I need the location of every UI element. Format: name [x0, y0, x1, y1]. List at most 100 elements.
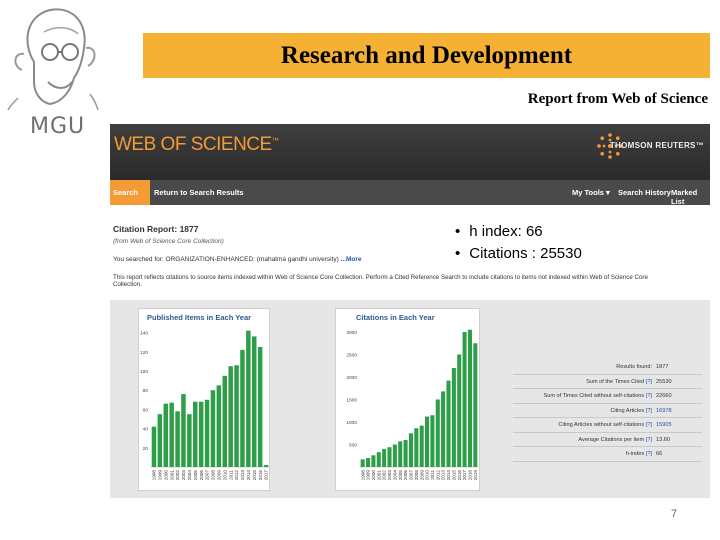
x-tick-label: 2008 — [211, 470, 216, 481]
stat-row: h-index [?] 66 — [513, 447, 702, 462]
x-tick-label: 2012 — [234, 470, 239, 481]
page-number: 7 — [671, 508, 678, 520]
chart-bar — [240, 349, 245, 467]
chart-bar — [403, 440, 408, 467]
chart-bar — [257, 347, 263, 467]
my-tools-menu[interactable]: My Tools ▾ — [572, 188, 610, 197]
chart-title: Citations in Each Year — [356, 313, 435, 322]
y-tick-label: 80 — [143, 388, 149, 394]
wos-logo[interactable]: WEB OF SCIENCE™ — [114, 134, 279, 156]
chart-bar — [204, 399, 210, 467]
chart-bar — [228, 366, 233, 467]
stat-row: Citing Articles [?] 16978 — [513, 404, 702, 418]
x-tick-label: 1999 — [366, 470, 371, 481]
citing-articles-noself-link[interactable]: 15905 — [656, 422, 672, 428]
x-tick-label: 2007 — [409, 470, 414, 481]
help-link[interactable]: [?] — [646, 451, 652, 457]
query-more-link[interactable]: ...More — [341, 256, 362, 263]
x-tick-label: 2019 — [473, 470, 478, 481]
y-tick-label: 120 — [140, 350, 148, 356]
x-tick-label: 2001 — [169, 470, 174, 481]
x-tick-label: 2005 — [193, 470, 198, 481]
y-tick-label: 3000 — [346, 330, 357, 336]
stat-value: 66 — [656, 451, 663, 457]
chart-bar — [446, 380, 451, 467]
nav-search-tab[interactable]: Search — [110, 180, 150, 205]
chart-bar — [398, 441, 403, 467]
y-tick-label: 140 — [140, 331, 148, 337]
help-link[interactable]: [?] — [646, 422, 652, 428]
help-link[interactable]: [?] — [646, 379, 652, 385]
stat-value: 25530 — [656, 378, 672, 385]
y-tick-label: 1500 — [346, 398, 357, 404]
x-tick-label: 1999 — [157, 470, 162, 481]
chart-bar — [263, 465, 269, 467]
key-metrics-list: h index: 66 Citations : 25530 — [455, 221, 582, 265]
return-to-results-link[interactable]: Return to Search Results — [154, 188, 244, 197]
chart-title: Published Items in Each Year — [147, 313, 251, 322]
x-tick-label: 2001 — [376, 470, 381, 481]
stat-label: Citing Articles without self-citations — [558, 422, 646, 428]
chart-bar — [371, 455, 376, 467]
y-tick-label: 60 — [143, 407, 149, 413]
x-tick-label: 2018 — [468, 470, 473, 481]
citing-articles-link[interactable]: 16978 — [656, 408, 672, 414]
chart-bar — [425, 416, 430, 467]
chart-bar — [467, 329, 472, 467]
search-history-link[interactable]: Search History — [618, 188, 671, 197]
x-tick-label: 2012 — [435, 470, 440, 481]
y-tick-label: 2000 — [346, 375, 357, 381]
x-tick-label: 2000 — [371, 470, 376, 481]
x-tick-label: 2014 — [446, 470, 451, 481]
chart-bar — [234, 365, 239, 467]
y-tick-label: 100 — [140, 369, 148, 375]
x-tick-label: 2013 — [240, 470, 245, 481]
stat-label: h-index — [625, 451, 646, 457]
citation-stats-table: Results found: 1877 Sum of the Times Cite… — [513, 360, 702, 462]
publisher-name: THOMSON REUTERS™ — [609, 141, 704, 150]
stat-row: Average Citations per item [?] 13.60 — [513, 433, 702, 447]
x-tick-label: 2004 — [187, 470, 192, 481]
citation-note: This report reflects citations to source… — [113, 274, 648, 288]
chart-bar — [441, 391, 446, 467]
chart-bar — [210, 390, 216, 467]
published-items-chart: Published Items in Each Year 20 40 60 80 100 1… — [138, 308, 270, 491]
chart-bar — [462, 332, 467, 467]
x-tick-label: 2007 — [205, 470, 210, 481]
slide-subtitle: Report from Web of Science — [527, 91, 708, 107]
x-tick-label: 2000 — [163, 470, 168, 481]
x-tick-label: 2006 — [403, 470, 408, 481]
gandhi-portrait-icon — [7, 8, 99, 110]
marked-list-link[interactable]: Marked List — [671, 188, 710, 206]
help-link[interactable]: [?] — [646, 437, 652, 443]
x-tick-label: 2010 — [222, 470, 227, 481]
search-query-text: You searched for: ORGANIZATION-ENHANCED:… — [113, 256, 339, 263]
chart-bar — [408, 433, 413, 467]
chart-bar — [151, 426, 157, 467]
help-link[interactable]: [?] — [646, 393, 652, 399]
x-tick-label: 2008 — [414, 470, 419, 481]
chart-bar — [430, 415, 435, 467]
help-link[interactable]: [?] — [646, 408, 652, 414]
y-tick-label: 2500 — [346, 353, 357, 359]
x-tick-label: 2015 — [252, 470, 257, 481]
x-tick-label: 2017 — [264, 470, 269, 481]
logo-text: MGU — [30, 114, 86, 139]
chart-bar — [376, 452, 381, 467]
chart-bar — [387, 447, 392, 467]
chart-bar — [382, 449, 387, 467]
stat-value: 1877 — [656, 364, 669, 370]
x-tick-label: 2011 — [228, 470, 233, 480]
y-tick-label: 1000 — [346, 420, 357, 426]
x-tick-label: 2002 — [175, 470, 180, 481]
x-tick-label: 2003 — [387, 470, 392, 481]
citations-chart-svg: Citations in Each Year 500 1000 1500 2000 250… — [346, 313, 478, 481]
x-tick-label: 2015 — [451, 470, 456, 481]
wos-brand: WEB OF SCIENCE — [114, 134, 272, 155]
published-items-chart-svg: Published Items in Each Year 20 40 60 80 100 1… — [140, 313, 269, 481]
stat-label: Results found: — [616, 364, 652, 370]
x-tick-label: 2004 — [392, 470, 397, 481]
x-tick-label: 1998 — [360, 470, 365, 481]
chart-bar — [435, 399, 440, 467]
chart-bar — [175, 411, 180, 467]
